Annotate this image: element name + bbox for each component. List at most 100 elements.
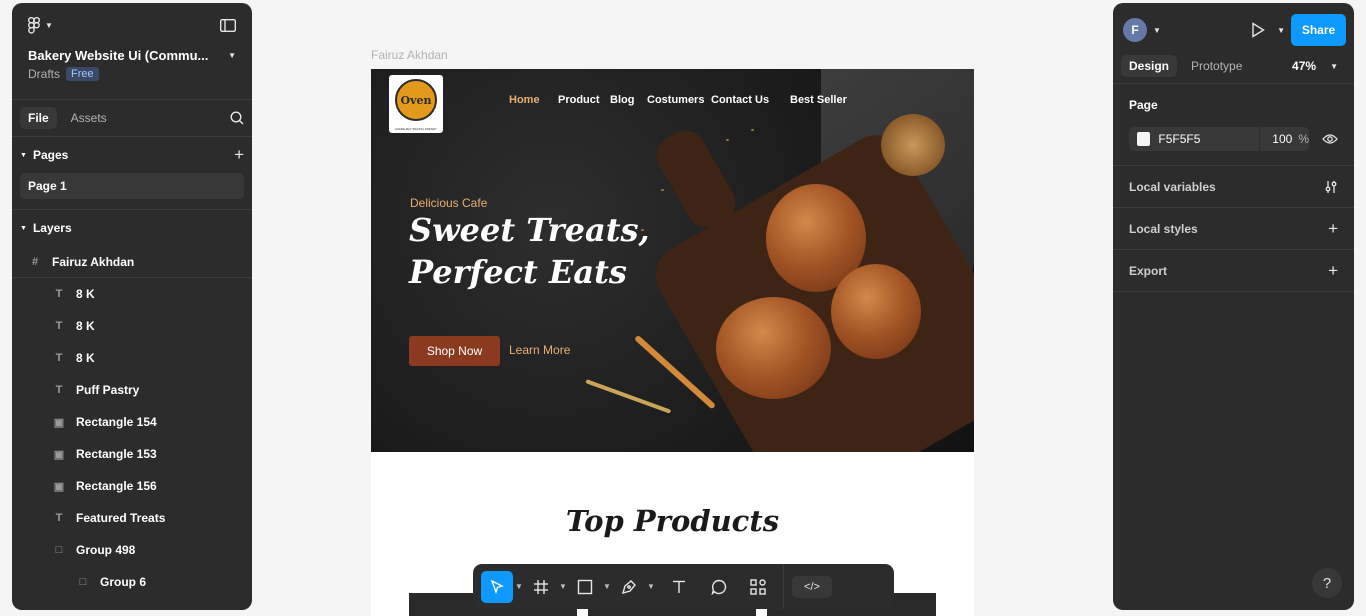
section-title: Top Products — [565, 504, 780, 538]
page-fill-field[interactable]: F5F5F5 100 % — [1129, 127, 1309, 151]
chevron-down-icon[interactable]: ▼ — [1277, 26, 1285, 35]
page-section-title: Page — [1129, 97, 1158, 112]
chevron-down-icon[interactable]: ▼ — [513, 571, 525, 603]
variables-adjust-icon[interactable] — [1324, 180, 1338, 194]
layer-item[interactable]: □ Group 6 — [12, 566, 252, 598]
tab-assets[interactable]: Assets — [63, 107, 115, 129]
bottom-toolbar: ▼ ▼ ▼ ▼ </> — [473, 564, 894, 609]
layer-item[interactable]: T Featured Treats — [12, 502, 252, 534]
layer-item[interactable]: T 8 K — [12, 342, 252, 374]
image-icon: ▣ — [53, 480, 65, 493]
help-button[interactable]: ? — [1312, 568, 1342, 598]
avatar[interactable]: F — [1123, 18, 1147, 42]
layer-label: 8 K — [76, 351, 95, 365]
export-row[interactable]: Export + — [1113, 250, 1354, 291]
chevron-down-icon[interactable]: ▼ — [1330, 62, 1338, 71]
divider — [1113, 291, 1354, 292]
actions-tool-button[interactable] — [743, 571, 775, 603]
text-icon: T — [55, 352, 63, 364]
nav-home: Home — [509, 94, 540, 106]
dev-mode-toggle[interactable]: </> — [792, 575, 832, 598]
tab-prototype[interactable]: Prototype — [1183, 55, 1250, 77]
zoom-level[interactable]: 47% — [1292, 59, 1316, 73]
layer-label: 8 K — [76, 287, 95, 301]
shop-now-button: Shop Now — [409, 336, 500, 366]
nav-contact: Contact Us — [711, 94, 770, 106]
text-tool-button[interactable] — [663, 571, 695, 603]
dev-mode-label: </> — [804, 580, 820, 593]
add-style-icon[interactable]: + — [1328, 219, 1338, 239]
frame-tool-button[interactable] — [525, 571, 557, 603]
layer-label: Rectangle 156 — [76, 479, 157, 493]
page-fill-hex[interactable]: F5F5F5 — [1158, 132, 1258, 146]
local-variables-row[interactable]: Local variables — [1113, 166, 1354, 207]
chevron-down-icon[interactable]: ▼ — [601, 571, 613, 603]
right-tabs: Design Prototype 47% ▼ — [1113, 49, 1354, 83]
layer-item[interactable]: □ Group 498 — [12, 534, 252, 566]
add-export-icon[interactable]: + — [1328, 261, 1338, 281]
left-sidebar: ▼ Bakery Website Ui (Commu... ▼ Drafts F… — [12, 3, 252, 610]
bread-bun — [716, 297, 831, 399]
pages-heading: Pages — [32, 148, 69, 162]
layer-item[interactable]: # Fairuz Akhdan — [12, 246, 252, 278]
chevron-down-icon[interactable]: ▼ — [557, 571, 569, 603]
toggle-sidebar-icon[interactable] — [220, 19, 236, 32]
layer-item[interactable]: ▣ Rectangle 153 — [12, 438, 252, 470]
chevron-down-icon[interactable]: ▼ — [45, 21, 53, 30]
page-fill-opacity[interactable]: 100 — [1260, 132, 1292, 146]
figma-menu-icon[interactable] — [28, 17, 40, 34]
text-icon: T — [55, 288, 63, 300]
frame-label[interactable]: Fairuz Akhdan — [371, 48, 448, 62]
layer-label: Rectangle 154 — [76, 415, 157, 429]
left-tabs: File Assets — [12, 100, 252, 136]
local-variables-label: Local variables — [1129, 179, 1216, 194]
color-swatch[interactable] — [1137, 132, 1151, 146]
page-item-label: Page 1 — [28, 179, 67, 193]
collapse-chevron-icon[interactable]: ▼ — [20, 152, 27, 159]
layer-item[interactable]: ▣ Rectangle 156 — [12, 470, 252, 502]
local-styles-row[interactable]: Local styles + — [1113, 208, 1354, 249]
frame-icon: # — [31, 255, 39, 268]
wheat-stalk — [585, 379, 672, 414]
hero-headline-line2: Perfect Eats — [409, 253, 627, 291]
hero-image: Oven DANIELBAY BAKING FRENZY Home Produc… — [371, 69, 974, 452]
nav-costumers: Costumers — [647, 94, 705, 106]
chevron-down-icon[interactable]: ▼ — [1153, 26, 1161, 35]
hero-headline-line1: Sweet Treats, — [409, 211, 650, 249]
layer-label: Rectangle 153 — [76, 447, 157, 461]
file-title[interactable]: Bakery Website Ui (Commu... — [28, 48, 208, 63]
search-icon[interactable] — [230, 111, 244, 125]
layer-label: Group 498 — [76, 543, 136, 557]
bread-bun — [831, 264, 921, 359]
share-button[interactable]: Share — [1291, 14, 1346, 46]
rectangle-tool-button[interactable] — [569, 571, 601, 603]
layer-item[interactable]: T 8 K — [12, 278, 252, 310]
site-logo: Oven DANIELBAY BAKING FRENZY — [389, 75, 443, 133]
grain — [661, 189, 664, 191]
tab-design[interactable]: Design — [1121, 55, 1178, 77]
chevron-down-icon[interactable]: ▼ — [645, 571, 657, 603]
text-icon: T — [55, 384, 63, 396]
layer-item[interactable]: ▣ Rectangle 154 — [12, 406, 252, 438]
move-tool-button[interactable] — [481, 570, 513, 603]
logo-subtext: DANIELBAY BAKING FRENZY — [395, 127, 437, 131]
pages-header[interactable]: ▼ Pages + — [12, 137, 252, 173]
collapse-chevron-icon[interactable]: ▼ — [20, 225, 27, 232]
tab-file[interactable]: File — [20, 107, 57, 129]
logo-text: Oven — [400, 93, 432, 107]
layer-item[interactable]: T Puff Pastry — [12, 374, 252, 406]
add-page-icon[interactable]: + — [234, 145, 244, 165]
page-item[interactable]: Page 1 — [20, 173, 244, 199]
layer-item[interactable]: T 8 K — [12, 310, 252, 342]
nav-blog: Blog — [610, 94, 635, 106]
eye-icon[interactable] — [1322, 133, 1338, 145]
layer-label: 8 K — [76, 319, 95, 333]
comment-tool-button[interactable] — [703, 571, 735, 603]
title-chevron-icon[interactable]: ▼ — [228, 51, 236, 60]
pen-tool-button[interactable] — [613, 571, 645, 603]
layers-header[interactable]: ▼ Layers — [12, 210, 252, 246]
file-location[interactable]: Drafts — [28, 67, 60, 81]
design-frame[interactable]: Oven DANIELBAY BAKING FRENZY Home Produc… — [371, 69, 974, 616]
present-play-icon[interactable] — [1251, 22, 1265, 38]
local-styles-label: Local styles — [1129, 221, 1198, 236]
